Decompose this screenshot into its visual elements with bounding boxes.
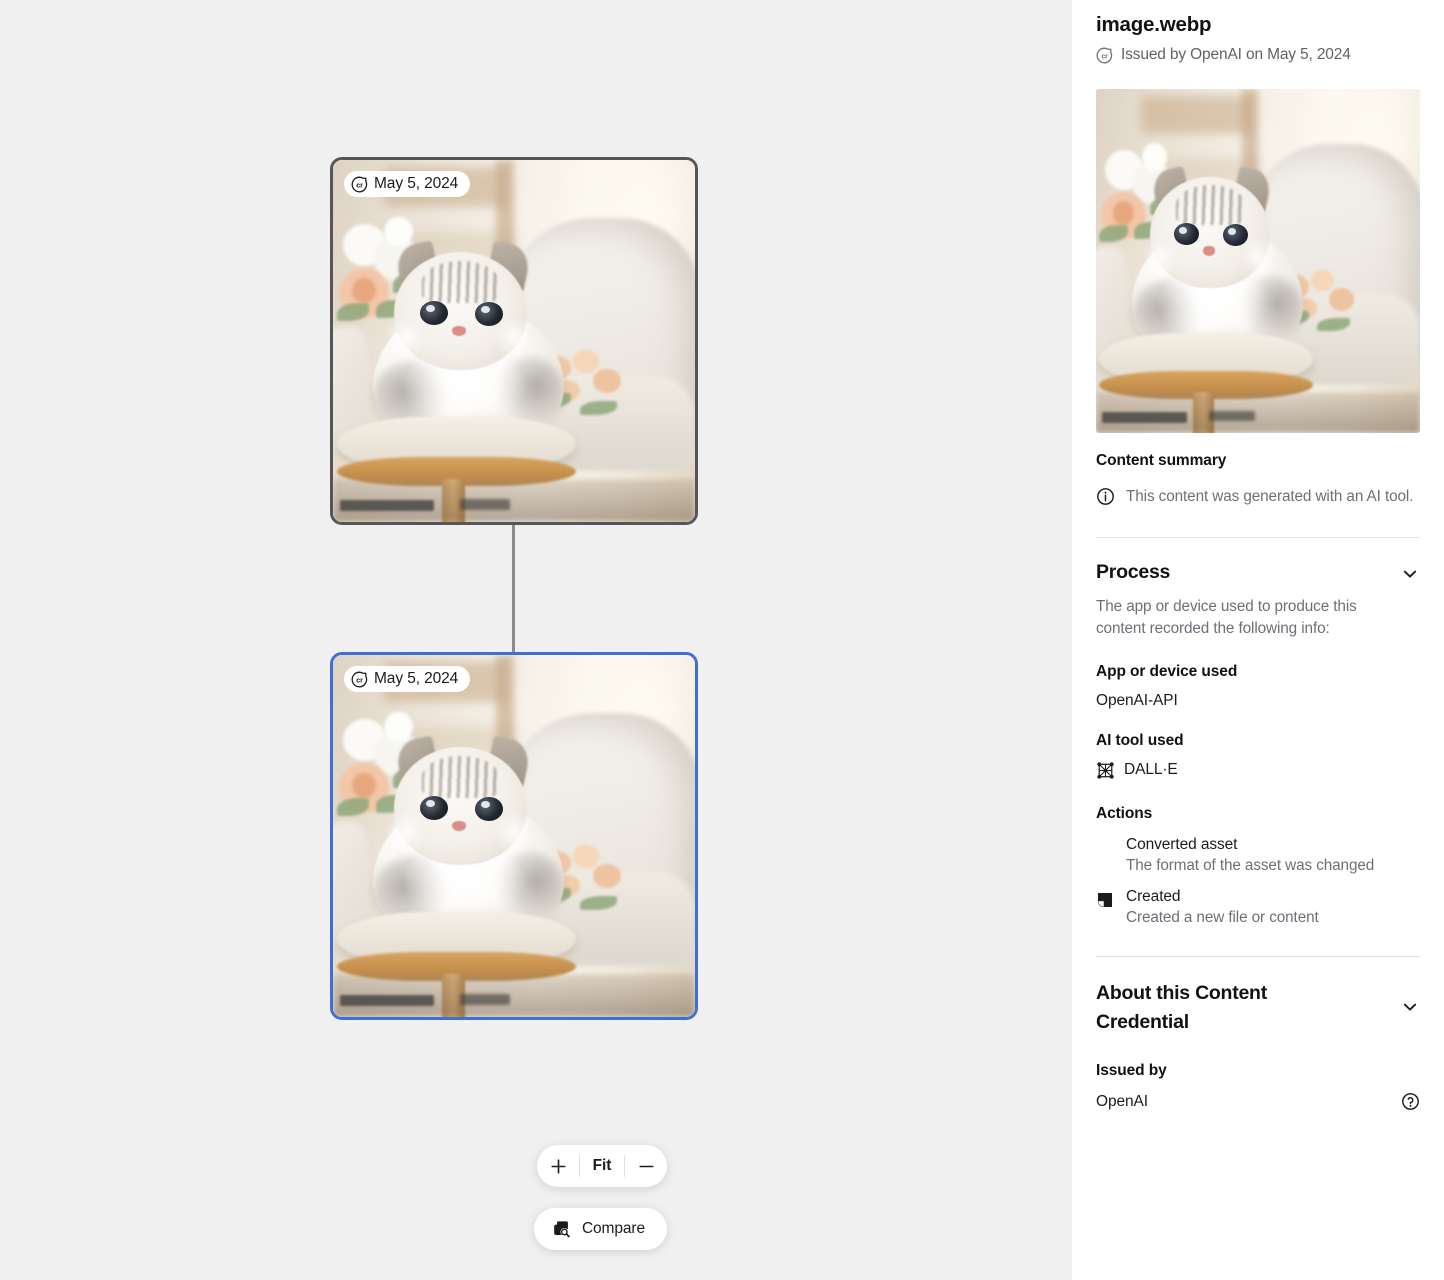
issuer-row: OpenAI bbox=[1096, 1092, 1420, 1111]
ai-tool-label: AI tool used bbox=[1096, 732, 1420, 750]
content-credentials-icon: cr bbox=[351, 176, 368, 193]
process-description: The app or device used to produce this c… bbox=[1096, 596, 1396, 641]
about-credential-title: About this Content Credential bbox=[1096, 979, 1356, 1038]
action-icon-placeholder bbox=[1096, 836, 1116, 839]
node-credential-date: May 5, 2024 bbox=[374, 175, 458, 193]
dalle-icon bbox=[1096, 761, 1115, 780]
svg-text:cr: cr bbox=[356, 181, 363, 189]
ai-tool-field: AI tool used bbox=[1096, 732, 1420, 780]
node-connector-line bbox=[512, 525, 515, 653]
asset-node-child-selected[interactable]: cr May 5, 2024 bbox=[330, 652, 698, 1020]
content-credentials-viewer: cr May 5, 2024 bbox=[0, 0, 1444, 1280]
zoom-toolbar[interactable]: Fit bbox=[537, 1145, 667, 1187]
about-credential-section: About this Content Credential Issued by … bbox=[1096, 979, 1420, 1111]
issued-by-value: OpenAI bbox=[1096, 1093, 1148, 1111]
ai-tool-value: DALL·E bbox=[1124, 761, 1178, 779]
app-or-device-value: OpenAI-API bbox=[1096, 692, 1420, 710]
node-credential-badge[interactable]: cr May 5, 2024 bbox=[344, 171, 470, 197]
asset-node-child-image bbox=[333, 655, 695, 1017]
compare-button[interactable]: Compare bbox=[534, 1208, 667, 1250]
app-or-device-label: App or device used bbox=[1096, 663, 1420, 681]
svg-text:cr: cr bbox=[1101, 53, 1108, 60]
content-credentials-icon: cr bbox=[1096, 47, 1113, 64]
node-credential-date: May 5, 2024 bbox=[374, 670, 458, 688]
action-description: The format of the asset was changed bbox=[1126, 857, 1374, 875]
svg-text:cr: cr bbox=[356, 676, 363, 684]
content-summary-title: Content summary bbox=[1096, 452, 1420, 470]
compare-label: Compare bbox=[582, 1220, 645, 1238]
action-item: Converted asset The format of the asset … bbox=[1096, 836, 1420, 875]
actions-label: Actions bbox=[1096, 805, 1420, 823]
help-icon[interactable] bbox=[1401, 1092, 1420, 1111]
compare-icon bbox=[552, 1219, 572, 1239]
chevron-down-icon[interactable] bbox=[1400, 997, 1420, 1017]
issued-by-label: Issued by bbox=[1096, 1062, 1420, 1080]
info-icon bbox=[1096, 485, 1115, 506]
zoom-out-button[interactable] bbox=[625, 1145, 667, 1187]
issued-by-text: Issued by OpenAI on May 5, 2024 bbox=[1121, 46, 1351, 64]
provenance-canvas[interactable]: cr May 5, 2024 bbox=[0, 0, 1072, 1280]
details-sidebar: image.webp cr Issued by OpenAI on May 5,… bbox=[1072, 0, 1444, 1280]
action-description: Created a new file or content bbox=[1126, 909, 1319, 927]
content-summary-text: This content was generated with an AI to… bbox=[1126, 485, 1413, 508]
action-name: Created bbox=[1126, 888, 1319, 906]
asset-preview-thumbnail[interactable] bbox=[1096, 89, 1420, 433]
process-section: Process The app or device used to produc… bbox=[1096, 558, 1420, 927]
section-divider bbox=[1096, 956, 1420, 957]
content-summary-section: Content summary This content was generat… bbox=[1096, 452, 1420, 508]
asset-node-parent-image bbox=[333, 160, 695, 522]
section-divider bbox=[1096, 537, 1420, 538]
node-credential-badge[interactable]: cr May 5, 2024 bbox=[344, 666, 470, 692]
process-title: Process bbox=[1096, 558, 1170, 588]
chevron-down-icon[interactable] bbox=[1400, 564, 1420, 584]
action-name: Converted asset bbox=[1126, 836, 1374, 854]
issued-by-line: cr Issued by OpenAI on May 5, 2024 bbox=[1096, 46, 1420, 64]
created-icon bbox=[1096, 888, 1116, 909]
asset-node-parent[interactable]: cr May 5, 2024 bbox=[330, 157, 698, 525]
app-or-device-field: App or device used OpenAI-API bbox=[1096, 663, 1420, 710]
zoom-in-button[interactable] bbox=[537, 1145, 579, 1187]
action-item: Created Created a new file or content bbox=[1096, 888, 1420, 927]
zoom-fit-button[interactable]: Fit bbox=[580, 1145, 624, 1187]
content-credentials-icon: cr bbox=[351, 671, 368, 688]
page-title: image.webp bbox=[1096, 0, 1420, 37]
